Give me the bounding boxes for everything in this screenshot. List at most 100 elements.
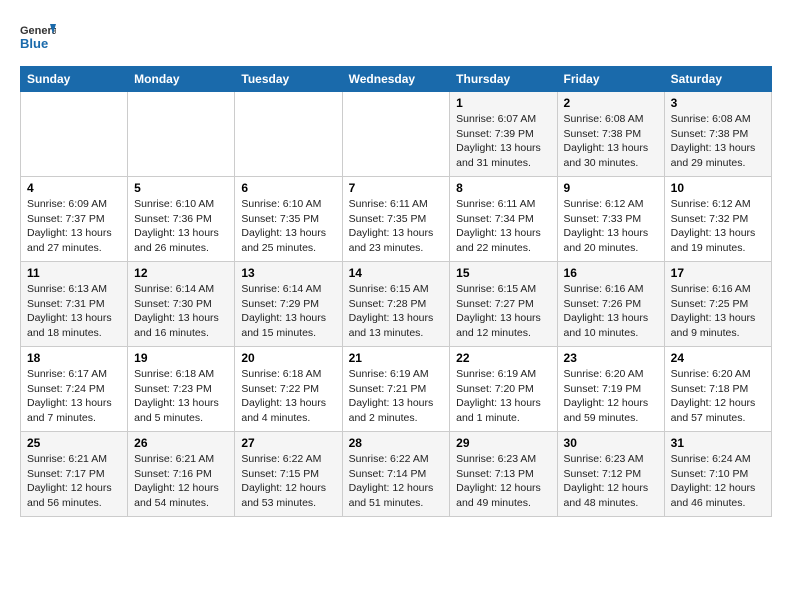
calendar-cell: 30 Sunrise: 6:23 AMSunset: 7:12 PMDayligh… <box>557 432 664 517</box>
day-info: Sunrise: 6:19 AMSunset: 7:20 PMDaylight:… <box>456 367 550 426</box>
day-info: Sunrise: 6:18 AMSunset: 7:23 PMDaylight:… <box>134 367 228 426</box>
calendar-cell: 3 Sunrise: 6:08 AMSunset: 7:38 PMDaylight… <box>664 92 771 177</box>
day-number: 7 <box>349 181 444 195</box>
calendar-cell: 19Sunrise: 6:18 AMSunset: 7:23 PMDayligh… <box>128 347 235 432</box>
calendar-cell: 22 Sunrise: 6:19 AMSunset: 7:20 PMDayligh… <box>450 347 557 432</box>
weekday-header-wednesday: Wednesday <box>342 67 450 92</box>
weekday-header-friday: Friday <box>557 67 664 92</box>
day-number: 14 <box>349 266 444 280</box>
calendar-cell: 11 Sunrise: 6:13 AMSunset: 7:31 PMDayligh… <box>21 262 128 347</box>
day-number: 13 <box>241 266 335 280</box>
day-info: Sunrise: 6:19 AMSunset: 7:21 PMDaylight:… <box>349 367 444 426</box>
weekday-header-monday: Monday <box>128 67 235 92</box>
day-info: Sunrise: 6:14 AMSunset: 7:29 PMDaylight:… <box>241 282 335 341</box>
day-info: Sunrise: 6:21 AMSunset: 7:16 PMDaylight:… <box>134 452 228 511</box>
day-info: Sunrise: 6:07 AMSunset: 7:39 PMDaylight:… <box>456 112 550 171</box>
weekday-row: SundayMondayTuesdayWednesdayThursdayFrid… <box>21 67 772 92</box>
calendar-cell: 14 Sunrise: 6:15 AMSunset: 7:28 PMDayligh… <box>342 262 450 347</box>
weekday-header-thursday: Thursday <box>450 67 557 92</box>
day-info: Sunrise: 6:11 AMSunset: 7:35 PMDaylight:… <box>349 197 444 256</box>
day-info: Sunrise: 6:12 AMSunset: 7:33 PMDaylight:… <box>564 197 658 256</box>
day-number: 17 <box>671 266 765 280</box>
page-header: General Blue <box>20 20 772 56</box>
calendar-cell: 18Sunrise: 6:17 AMSunset: 7:24 PMDayligh… <box>21 347 128 432</box>
svg-text:Blue: Blue <box>20 36 48 51</box>
day-number: 22 <box>456 351 550 365</box>
day-number: 31 <box>671 436 765 450</box>
calendar-cell: 1 Sunrise: 6:07 AMSunset: 7:39 PMDaylight… <box>450 92 557 177</box>
calendar-cell: 5 Sunrise: 6:10 AMSunset: 7:36 PMDaylight… <box>128 177 235 262</box>
day-number: 2 <box>564 96 658 110</box>
day-number: 16 <box>564 266 658 280</box>
calendar-week-3: 11 Sunrise: 6:13 AMSunset: 7:31 PMDayligh… <box>21 262 772 347</box>
calendar-cell: 8Sunrise: 6:11 AMSunset: 7:34 PMDaylight… <box>450 177 557 262</box>
calendar-cell: 25 Sunrise: 6:21 AMSunset: 7:17 PMDayligh… <box>21 432 128 517</box>
calendar-cell: 10Sunrise: 6:12 AMSunset: 7:32 PMDayligh… <box>664 177 771 262</box>
calendar-week-5: 25 Sunrise: 6:21 AMSunset: 7:17 PMDayligh… <box>21 432 772 517</box>
day-number: 8 <box>456 181 550 195</box>
calendar-cell: 28 Sunrise: 6:22 AMSunset: 7:14 PMDayligh… <box>342 432 450 517</box>
day-info: Sunrise: 6:20 AMSunset: 7:18 PMDaylight:… <box>671 367 765 426</box>
calendar-cell <box>235 92 342 177</box>
day-number: 12 <box>134 266 228 280</box>
calendar-cell: 20Sunrise: 6:18 AMSunset: 7:22 PMDayligh… <box>235 347 342 432</box>
calendar-cell: 7 Sunrise: 6:11 AMSunset: 7:35 PMDaylight… <box>342 177 450 262</box>
day-info: Sunrise: 6:09 AMSunset: 7:37 PMDaylight:… <box>27 197 121 256</box>
day-number: 28 <box>349 436 444 450</box>
calendar-header: SundayMondayTuesdayWednesdayThursdayFrid… <box>21 67 772 92</box>
calendar-cell: 13 Sunrise: 6:14 AMSunset: 7:29 PMDayligh… <box>235 262 342 347</box>
calendar-cell: 29Sunrise: 6:23 AMSunset: 7:13 PMDayligh… <box>450 432 557 517</box>
day-info: Sunrise: 6:21 AMSunset: 7:17 PMDaylight:… <box>27 452 121 511</box>
day-info: Sunrise: 6:15 AMSunset: 7:28 PMDaylight:… <box>349 282 444 341</box>
day-info: Sunrise: 6:22 AMSunset: 7:14 PMDaylight:… <box>349 452 444 511</box>
calendar-cell: 15 Sunrise: 6:15 AMSunset: 7:27 PMDayligh… <box>450 262 557 347</box>
calendar-cell: 16 Sunrise: 6:16 AMSunset: 7:26 PMDayligh… <box>557 262 664 347</box>
calendar-cell <box>342 92 450 177</box>
calendar-cell: 6Sunrise: 6:10 AMSunset: 7:35 PMDaylight… <box>235 177 342 262</box>
day-info: Sunrise: 6:08 AMSunset: 7:38 PMDaylight:… <box>671 112 765 171</box>
day-number: 15 <box>456 266 550 280</box>
calendar-cell: 12Sunrise: 6:14 AMSunset: 7:30 PMDayligh… <box>128 262 235 347</box>
calendar-table: SundayMondayTuesdayWednesdayThursdayFrid… <box>20 66 772 517</box>
day-info: Sunrise: 6:10 AMSunset: 7:36 PMDaylight:… <box>134 197 228 256</box>
day-number: 11 <box>27 266 121 280</box>
calendar-cell: 27 Sunrise: 6:22 AMSunset: 7:15 PMDayligh… <box>235 432 342 517</box>
logo-svg: General Blue <box>20 20 56 56</box>
calendar-cell: 31 Sunrise: 6:24 AMSunset: 7:10 PMDayligh… <box>664 432 771 517</box>
day-number: 5 <box>134 181 228 195</box>
day-info: Sunrise: 6:16 AMSunset: 7:25 PMDaylight:… <box>671 282 765 341</box>
day-info: Sunrise: 6:17 AMSunset: 7:24 PMDaylight:… <box>27 367 121 426</box>
day-info: Sunrise: 6:15 AMSunset: 7:27 PMDaylight:… <box>456 282 550 341</box>
calendar-cell: 21 Sunrise: 6:19 AMSunset: 7:21 PMDayligh… <box>342 347 450 432</box>
day-number: 21 <box>349 351 444 365</box>
calendar-cell: 17 Sunrise: 6:16 AMSunset: 7:25 PMDayligh… <box>664 262 771 347</box>
day-number: 30 <box>564 436 658 450</box>
calendar-body: 1 Sunrise: 6:07 AMSunset: 7:39 PMDaylight… <box>21 92 772 517</box>
calendar-cell: 4 Sunrise: 6:09 AMSunset: 7:37 PMDaylight… <box>21 177 128 262</box>
calendar-week-1: 1 Sunrise: 6:07 AMSunset: 7:39 PMDaylight… <box>21 92 772 177</box>
day-number: 24 <box>671 351 765 365</box>
day-number: 4 <box>27 181 121 195</box>
day-info: Sunrise: 6:12 AMSunset: 7:32 PMDaylight:… <box>671 197 765 256</box>
weekday-header-tuesday: Tuesday <box>235 67 342 92</box>
day-number: 20 <box>241 351 335 365</box>
calendar-cell <box>21 92 128 177</box>
day-info: Sunrise: 6:16 AMSunset: 7:26 PMDaylight:… <box>564 282 658 341</box>
day-number: 26 <box>134 436 228 450</box>
day-number: 25 <box>27 436 121 450</box>
day-info: Sunrise: 6:20 AMSunset: 7:19 PMDaylight:… <box>564 367 658 426</box>
weekday-header-saturday: Saturday <box>664 67 771 92</box>
calendar-cell <box>128 92 235 177</box>
logo: General Blue <box>20 20 56 56</box>
day-info: Sunrise: 6:23 AMSunset: 7:13 PMDaylight:… <box>456 452 550 511</box>
calendar-cell: 23Sunrise: 6:20 AMSunset: 7:19 PMDayligh… <box>557 347 664 432</box>
day-number: 27 <box>241 436 335 450</box>
day-number: 1 <box>456 96 550 110</box>
day-info: Sunrise: 6:22 AMSunset: 7:15 PMDaylight:… <box>241 452 335 511</box>
day-info: Sunrise: 6:23 AMSunset: 7:12 PMDaylight:… <box>564 452 658 511</box>
calendar-cell: 26 Sunrise: 6:21 AMSunset: 7:16 PMDayligh… <box>128 432 235 517</box>
day-number: 3 <box>671 96 765 110</box>
calendar-week-2: 4 Sunrise: 6:09 AMSunset: 7:37 PMDaylight… <box>21 177 772 262</box>
day-info: Sunrise: 6:24 AMSunset: 7:10 PMDaylight:… <box>671 452 765 511</box>
day-info: Sunrise: 6:13 AMSunset: 7:31 PMDaylight:… <box>27 282 121 341</box>
